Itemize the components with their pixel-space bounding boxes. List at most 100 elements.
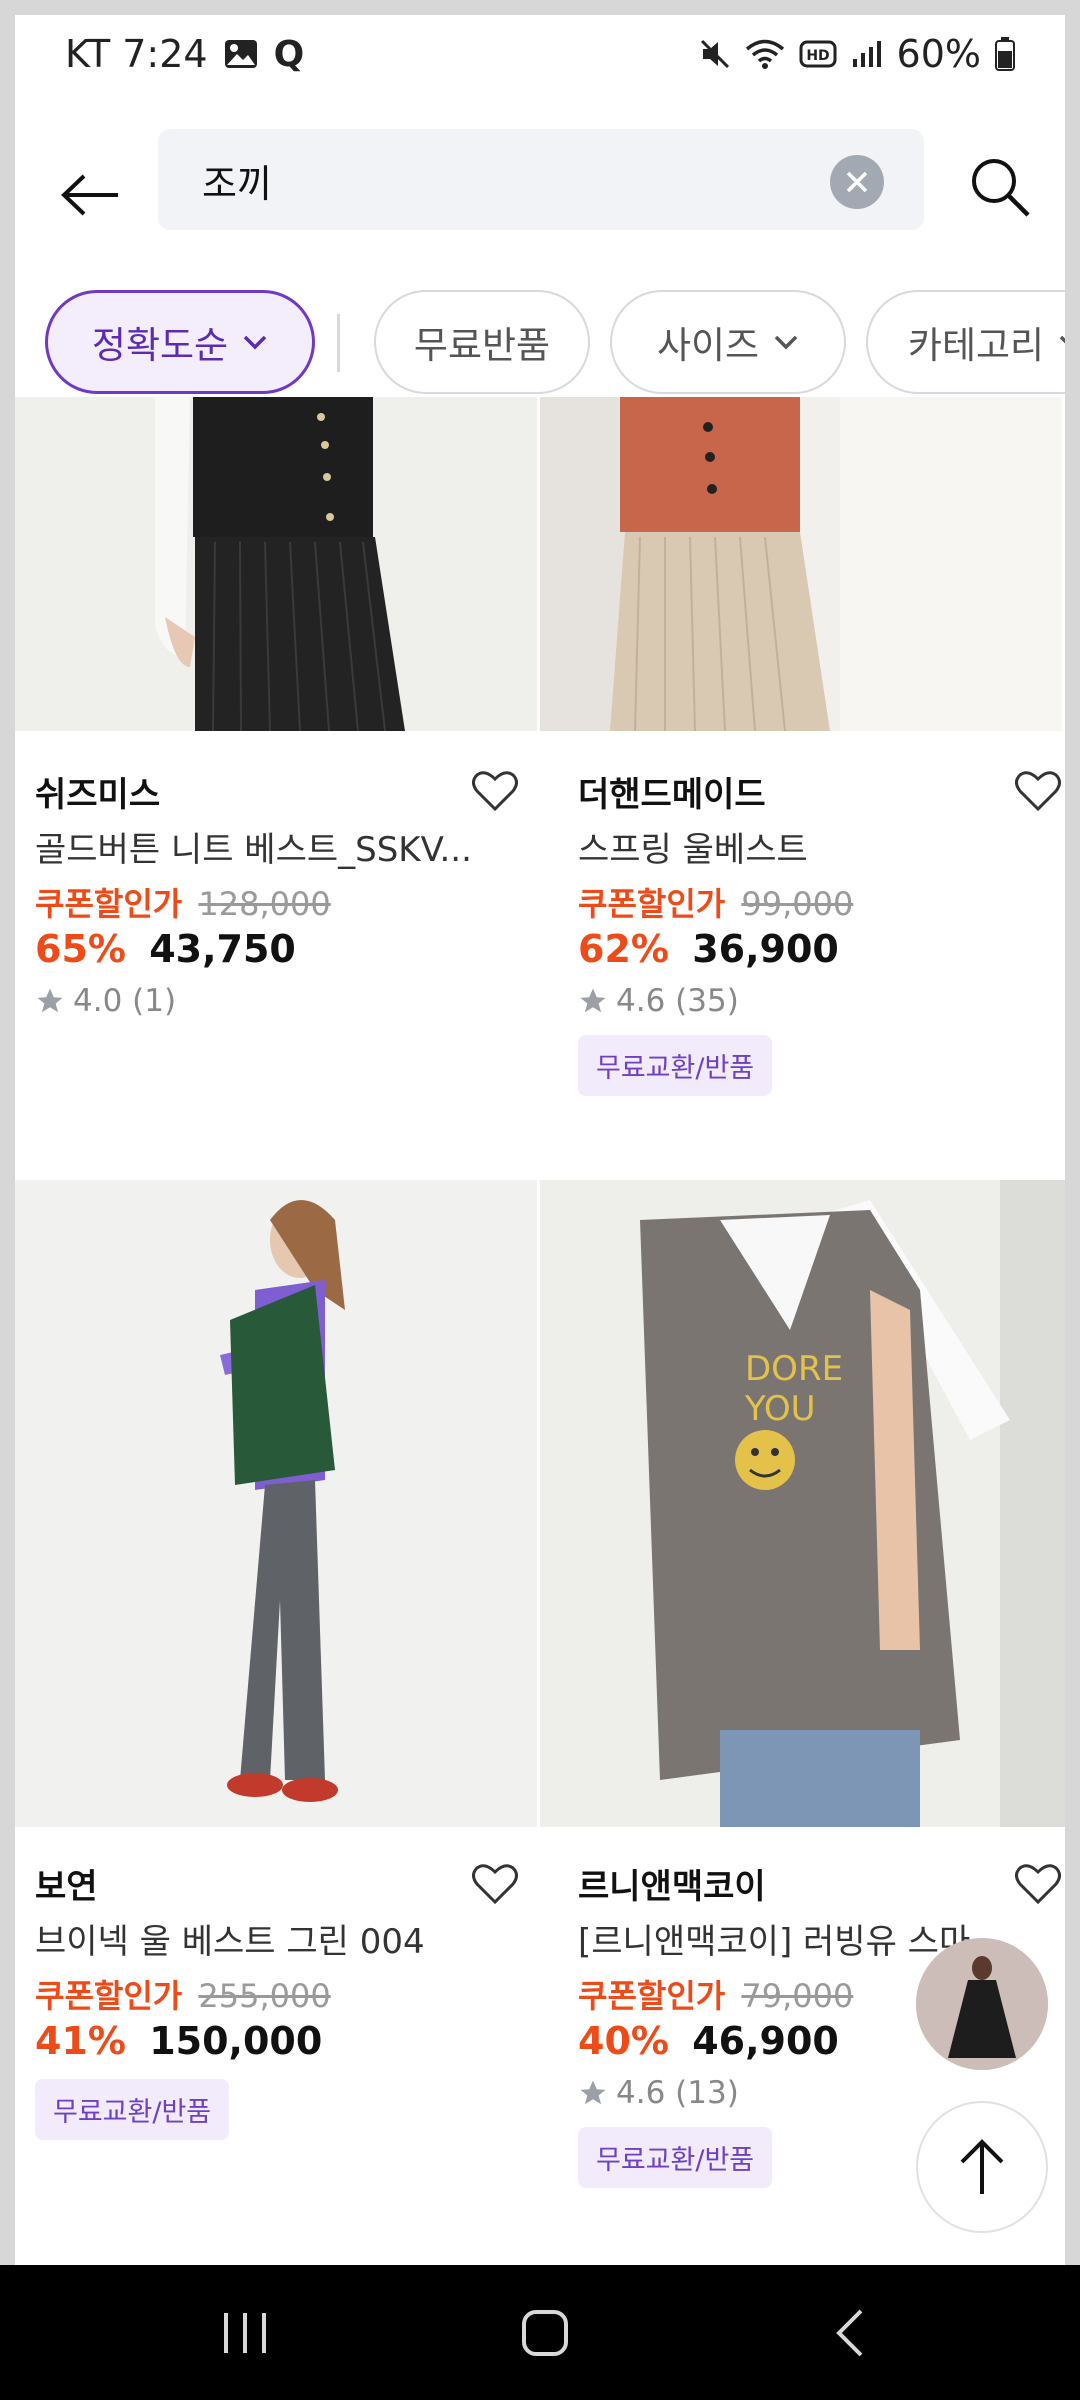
- rating-text: 4.0 (1): [73, 983, 177, 1019]
- brand-name: 쉬즈미스: [35, 775, 161, 815]
- product-name: 골드버튼 니트 베스트_SSKV...: [35, 830, 472, 870]
- discount-rate: 62%: [578, 927, 669, 971]
- rating: 4.0 (1): [35, 983, 525, 1019]
- brand-name: 르니앤맥코이: [578, 1867, 766, 1907]
- status-bar: KT 7:24 Q HD 60%: [15, 15, 1065, 93]
- brand-name: 보연: [35, 1867, 98, 1907]
- brand-name: 더핸드메이드: [578, 775, 766, 815]
- rating: 4.6 (35): [578, 983, 1048, 1019]
- svg-text:YOU: YOU: [744, 1389, 816, 1429]
- coupon-price-row: 쿠폰할인가 99,000: [578, 879, 1048, 925]
- product-info[interactable]: 쉬즈미스 골드버튼 니트 베스트_SSKV... 쿠폰할인가 128,000 6…: [35, 767, 525, 1019]
- rating-text: 4.6 (35): [616, 983, 739, 1019]
- search-icon: [972, 159, 1030, 217]
- chip-label: 카테고리: [907, 324, 1045, 367]
- star-icon: [580, 2080, 606, 2105]
- gallery-icon: [224, 39, 258, 69]
- discount-rate: 40%: [578, 2019, 669, 2063]
- original-price: 255,000: [198, 1977, 331, 2015]
- star-icon: [37, 988, 63, 1013]
- product-info[interactable]: 더핸드메이드 스프링 울베스트 쿠폰할인가 99,000 62% 36,900 …: [578, 767, 1048, 1096]
- recent-apps-button[interactable]: [145, 2265, 345, 2400]
- home-button[interactable]: [445, 2265, 645, 2400]
- chevron-left-icon: [836, 2309, 863, 2356]
- home-icon: [522, 2309, 568, 2356]
- filter-bar: 정확도순 무료반품 사이즈 카테고리: [15, 277, 1065, 394]
- original-price: 79,000: [741, 1977, 854, 2015]
- product-image[interactable]: [15, 397, 537, 731]
- chip-label: 정확도순: [91, 324, 229, 367]
- sale-price: 150,000: [149, 2019, 323, 2063]
- heart-icon: [472, 1864, 518, 1905]
- heart-icon: [1015, 771, 1061, 812]
- q-icon: Q: [273, 33, 305, 75]
- scroll-to-top-button[interactable]: [916, 2101, 1048, 2233]
- system-nav-bar: [0, 2265, 1080, 2400]
- coupon-price-row: 쿠폰할인가 255,000: [35, 1971, 525, 2017]
- sale-price-row: 41% 150,000: [35, 2019, 525, 2063]
- product-name: 브이넥 울 베스트 그린 004: [35, 1922, 425, 1962]
- chip-label: 무료반품: [413, 324, 551, 367]
- chip-divider: [337, 314, 340, 372]
- svg-text:HD: HD: [806, 48, 829, 64]
- wishlist-button[interactable]: [1015, 1863, 1065, 1913]
- product-image[interactable]: [540, 397, 1062, 731]
- discount-rate: 41%: [35, 2019, 126, 2063]
- free-exchange-badge: 무료교환/반품: [578, 1035, 773, 1096]
- coupon-price-row: 쿠폰할인가 128,000: [35, 879, 525, 925]
- svg-text:DORE: DORE: [745, 1349, 843, 1389]
- coupon-label: 쿠폰할인가: [35, 1977, 183, 2015]
- original-price: 128,000: [198, 885, 331, 923]
- signal-icon: [851, 39, 883, 69]
- star-icon: [580, 988, 606, 1013]
- wishlist-button[interactable]: [1015, 770, 1065, 820]
- chip-label: 사이즈: [656, 324, 760, 367]
- back-nav-button[interactable]: [750, 2265, 950, 2400]
- battery-level: 60%: [896, 32, 981, 76]
- free-return-chip[interactable]: 무료반품: [374, 290, 590, 394]
- battery-icon: [995, 37, 1015, 71]
- carrier-time: KT 7:24: [65, 32, 208, 76]
- arrow-left-icon: [61, 174, 118, 216]
- back-button[interactable]: [45, 150, 135, 240]
- search-query: 조끼: [202, 162, 272, 206]
- sale-price-row: 65% 43,750: [35, 927, 525, 971]
- sale-price-row: 62% 36,900: [578, 927, 1048, 971]
- sort-chip[interactable]: 정확도순: [45, 290, 315, 394]
- floating-video-thumbnail[interactable]: [916, 1938, 1048, 2070]
- arrow-up-icon: [960, 2139, 1004, 2194]
- recents-icon: [224, 2312, 266, 2353]
- wishlist-button[interactable]: [472, 770, 522, 820]
- search-input[interactable]: 조끼: [158, 129, 924, 230]
- mute-icon: [699, 38, 731, 70]
- sale-price: 46,900: [692, 2019, 839, 2063]
- search-button[interactable]: [960, 147, 1040, 227]
- app-screen: KT 7:24 Q HD 60% 조끼 정확도순 무료반품 사이즈 카테고리 D…: [15, 15, 1065, 2265]
- free-exchange-badge: 무료교환/반품: [578, 2127, 773, 2188]
- product-image[interactable]: [15, 1180, 537, 1827]
- original-price: 99,000: [741, 885, 854, 923]
- chevron-down-icon: [1059, 335, 1065, 344]
- free-exchange-badge: 무료교환/반품: [35, 2079, 230, 2140]
- chevron-down-icon: [243, 335, 267, 350]
- heart-icon: [1015, 1864, 1061, 1905]
- coupon-label: 쿠폰할인가: [35, 885, 183, 923]
- sale-price: 43,750: [149, 927, 296, 971]
- product-info[interactable]: 보연 브이넥 울 베스트 그린 004 쿠폰할인가 255,000 41% 15…: [35, 1859, 525, 2140]
- discount-rate: 65%: [35, 927, 126, 971]
- wishlist-button[interactable]: [472, 1863, 522, 1913]
- size-chip[interactable]: 사이즈: [610, 290, 846, 394]
- product-name: 스프링 울베스트: [578, 830, 808, 870]
- wifi-icon: [745, 38, 785, 70]
- rating-text: 4.6 (13): [616, 2075, 739, 2111]
- clear-search-button[interactable]: [830, 155, 884, 209]
- category-chip[interactable]: 카테고리: [866, 290, 1065, 394]
- close-icon: [846, 171, 868, 193]
- hd-icon: HD: [799, 39, 837, 69]
- product-image[interactable]: DORE YOU: [540, 1180, 1065, 1827]
- heart-icon: [472, 771, 518, 812]
- coupon-label: 쿠폰할인가: [578, 885, 726, 923]
- chevron-down-icon: [774, 335, 798, 350]
- coupon-label: 쿠폰할인가: [578, 1977, 726, 2015]
- sale-price: 36,900: [692, 927, 839, 971]
